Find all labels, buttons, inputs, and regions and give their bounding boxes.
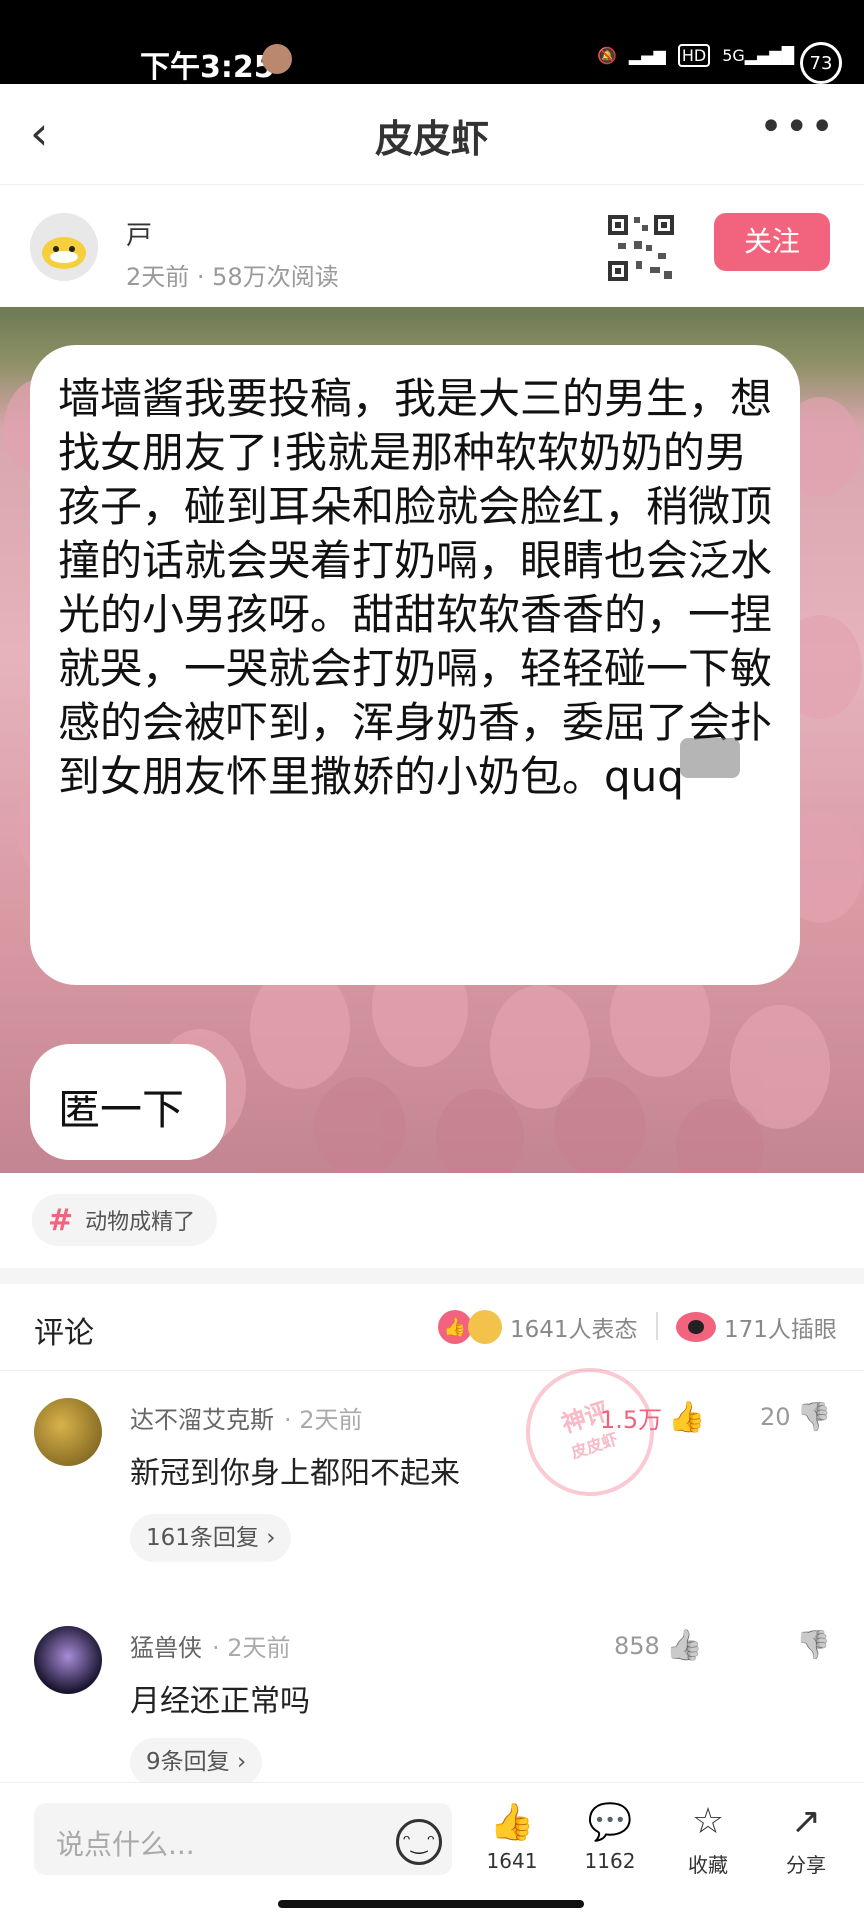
hd-icon: HD <box>677 44 711 67</box>
commenter-avatar[interactable] <box>34 1398 102 1466</box>
like-post-button[interactable]: 👍 1641 <box>472 1801 552 1873</box>
like-button[interactable]: 1.5万 👍 <box>600 1400 706 1435</box>
post-text: 墙墙酱我要投稿，我是大三的男生，想找女朋友了!我就是那种软软奶奶的男孩子，碰到耳… <box>58 374 773 801</box>
star-icon: ☆ <box>691 1801 725 1842</box>
view-replies-button[interactable]: 9条回复 › <box>130 1738 263 1786</box>
commenter-name[interactable]: 达不溜艾克斯 <box>130 1400 274 1435</box>
author-name[interactable]: 戸 <box>126 215 152 252</box>
5g-signal-icon: 5G▂▄▆█ <box>722 46 794 65</box>
dislike-button[interactable]: 👎 <box>796 1628 831 1661</box>
reactions-count: 1641人表态 <box>510 1317 638 1343</box>
comment-input-placeholder: 说点什么... <box>56 1828 195 1861</box>
dislike-button[interactable]: 20 👎 <box>760 1400 831 1433</box>
header-separator <box>656 1312 658 1340</box>
topic-tag[interactable]: # 动物成精了 <box>32 1194 218 1246</box>
author-row: 戸 2天前 · 58万次阅读 关注 <box>0 185 864 305</box>
like-post-count: 1641 <box>486 1849 538 1873</box>
page-title: 皮皮虾 <box>374 117 489 161</box>
censor-blur <box>680 738 740 778</box>
home-indicator[interactable] <box>278 1900 584 1908</box>
comment-button[interactable]: 💬 1162 <box>570 1801 650 1873</box>
thumbs-down-icon: 👎 <box>796 1628 831 1661</box>
eye-icon <box>676 1312 716 1342</box>
like-count: 1.5万 <box>600 1406 663 1434</box>
favorite-label: 收藏 <box>688 1853 728 1877</box>
follow-button[interactable]: 关注 <box>714 213 830 271</box>
status-icons: 🔕 ▂▄▆ HD 5G▂▄▆█ <box>597 44 794 67</box>
reply-text: 匿一下 <box>58 1085 185 1134</box>
like-count: 858 <box>614 1631 660 1660</box>
eyes-count: 171人插眼 <box>724 1317 837 1343</box>
signal-icon: ▂▄▆ <box>628 46 666 65</box>
top-nav: ‹ 皮皮虾 ••• <box>0 84 864 185</box>
favorite-button[interactable]: ☆ 收藏 <box>668 1801 748 1878</box>
emoji-reaction-icon <box>468 1310 502 1344</box>
view-replies-button[interactable]: 161条回复 › <box>130 1514 292 1562</box>
author-avatar[interactable] <box>30 213 98 281</box>
mute-icon: 🔕 <box>597 46 617 65</box>
duck-avatar-icon <box>30 213 98 281</box>
battery-indicator: 73 <box>800 42 842 84</box>
navigation-app-icon <box>262 44 292 74</box>
thumbs-up-icon: 👍 <box>489 1802 535 1843</box>
comments-header: 评论 👍 1641人表态 171人插眼 <box>0 1284 864 1371</box>
share-label: 分享 <box>786 1853 826 1877</box>
emoji-icon[interactable]: ᵔ‿ᵔ <box>396 1819 442 1865</box>
comment-text: 月经还正常吗 <box>130 1684 310 1719</box>
hashtag-icon: # <box>48 1202 74 1238</box>
thumbs-up-reaction-icon: 👍 <box>438 1310 472 1344</box>
commenter-name[interactable]: 猛兽侠 <box>130 1628 202 1663</box>
comment-count: 1162 <box>584 1849 636 1873</box>
dislike-count: 20 <box>760 1402 791 1431</box>
topic-tag-label: 动物成精了 <box>85 1210 196 1235</box>
comments-title: 评论 <box>34 1316 94 1351</box>
comment-item: 达不溜艾克斯 · 2天前 1.5万 👍 20 👎 新冠到你身上都阳不起来 161… <box>0 1370 864 1590</box>
like-button[interactable]: 858 👍 <box>614 1628 703 1663</box>
commenter-avatar[interactable] <box>34 1626 102 1694</box>
eyes-summary[interactable]: 171人插眼 <box>676 1310 837 1344</box>
thumbs-up-icon: 👍 <box>665 1628 704 1663</box>
status-bar: 下午3:25 🔕 ▂▄▆ HD 5G▂▄▆█ 73 <box>0 0 864 85</box>
comment-item: 猛兽侠 · 2天前 858 👍 👎 月经还正常吗 9条回复 › <box>0 1598 864 1786</box>
reactions-summary[interactable]: 👍 1641人表态 <box>438 1310 638 1344</box>
comment-time: · 2天前 <box>284 1406 363 1434</box>
comment-icon: 💬 <box>587 1802 633 1843</box>
share-icon: ↗ <box>790 1801 822 1842</box>
thumbs-down-icon: 👎 <box>796 1400 832 1433</box>
comment-text: 新冠到你身上都阳不起来 <box>130 1456 460 1491</box>
section-divider <box>0 1268 864 1284</box>
qr-code-icon[interactable] <box>606 213 676 283</box>
comment-time: · 2天前 <box>212 1634 291 1662</box>
share-button[interactable]: ↗ 分享 <box>766 1801 846 1878</box>
more-icon[interactable]: ••• <box>759 104 836 150</box>
post-meta: 2天前 · 58万次阅读 <box>126 263 339 291</box>
thumbs-up-icon: 👍 <box>668 1400 706 1435</box>
status-time: 下午3:25 <box>140 50 275 85</box>
comment-input[interactable]: 说点什么... ᵔ‿ᵔ <box>34 1803 452 1875</box>
